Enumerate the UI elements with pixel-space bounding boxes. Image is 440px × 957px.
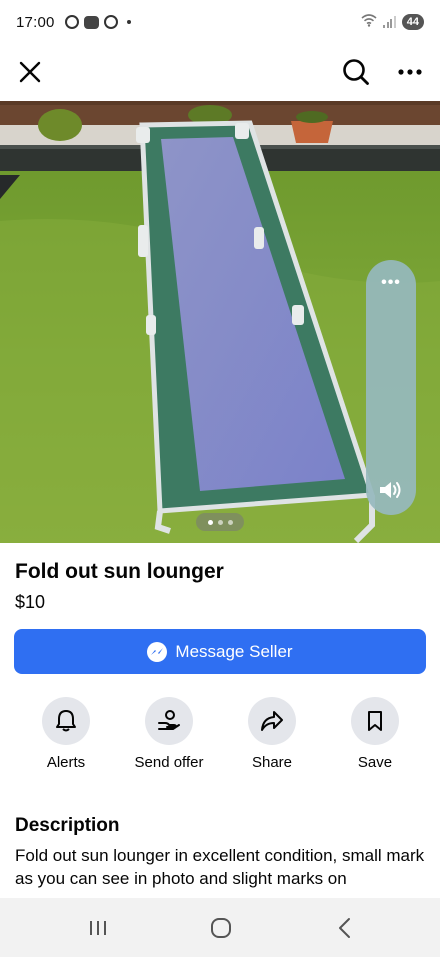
status-bar: 17:00 44	[0, 0, 440, 44]
share-icon	[261, 711, 283, 731]
wifi-icon	[361, 14, 377, 30]
top-navigation	[0, 44, 440, 100]
more-horizontal-icon	[398, 69, 422, 75]
panel-options-icon[interactable]: •••	[366, 274, 416, 292]
message-seller-button[interactable]: Message Seller	[14, 629, 426, 674]
carousel-dot[interactable]	[207, 519, 213, 525]
bell-icon	[56, 710, 76, 732]
signal-icon	[383, 16, 396, 28]
carousel-dot[interactable]	[217, 519, 223, 525]
status-time: 17:00	[16, 13, 55, 31]
app-notification-icon	[83, 15, 99, 29]
listing-price: $10	[15, 592, 46, 612]
battery-indicator: 44	[401, 14, 424, 30]
search-button[interactable]	[336, 52, 376, 92]
alerts-button[interactable]	[42, 697, 90, 745]
notification-icons	[64, 15, 131, 29]
save-action[interactable]: Save	[320, 697, 430, 771]
recents-button[interactable]	[84, 916, 112, 940]
bookmark-icon	[368, 711, 382, 731]
listing-photo[interactable]: •••	[0, 101, 440, 543]
description-text: Fold out sun lounger in excellent condit…	[15, 846, 425, 888]
close-button[interactable]	[10, 52, 50, 92]
listing-title: Fold out sun lounger	[15, 560, 224, 583]
share-label: Share	[251, 754, 293, 771]
action-row: Alerts Send offer Share Save	[0, 697, 440, 777]
back-icon	[339, 918, 350, 938]
send-offer-label: Send offer	[134, 754, 204, 771]
carousel-indicator[interactable]	[196, 513, 244, 531]
message-seller-label: Message Seller	[175, 641, 293, 661]
recents-icon	[90, 921, 106, 935]
more-options-button[interactable]	[390, 52, 430, 92]
home-button[interactable]	[207, 916, 235, 940]
alerts-label: Alerts	[46, 754, 86, 771]
send-offer-action[interactable]: Send offer	[114, 697, 224, 771]
share-action[interactable]: Share	[217, 697, 327, 771]
close-icon	[19, 61, 41, 83]
more-notifications-dot	[126, 20, 131, 24]
chrome-icon	[103, 15, 118, 29]
search-icon	[343, 59, 369, 85]
home-icon	[211, 918, 231, 938]
save-label: Save	[357, 754, 393, 771]
messenger-icon	[147, 641, 168, 662]
video-controls-panel[interactable]: •••	[366, 260, 416, 515]
send-offer-button[interactable]	[145, 697, 193, 745]
speaker-icon[interactable]	[378, 479, 404, 501]
share-button[interactable]	[248, 697, 296, 745]
alerts-action[interactable]: Alerts	[11, 697, 121, 771]
notification-icon	[64, 15, 79, 29]
send-offer-icon	[158, 710, 180, 730]
description-heading: Description	[15, 815, 120, 836]
back-button[interactable]	[331, 916, 359, 940]
save-button[interactable]	[351, 697, 399, 745]
system-navigation-bar	[0, 898, 440, 957]
carousel-dot[interactable]	[227, 519, 233, 525]
